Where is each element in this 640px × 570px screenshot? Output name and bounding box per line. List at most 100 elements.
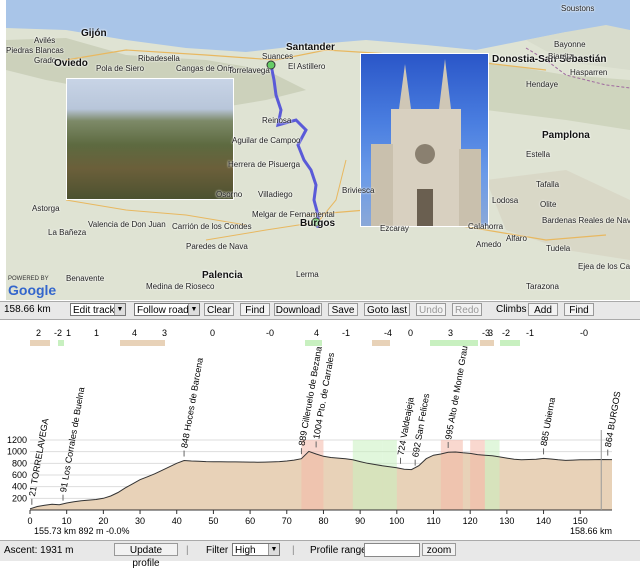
waypoint-label: 885 Ubierna (539, 397, 557, 447)
y-tick-label: 600 (12, 470, 27, 480)
zoom-button[interactable]: zoom (422, 543, 456, 556)
gradient-band (120, 340, 165, 346)
filter-select[interactable]: High ▼ (232, 543, 280, 556)
google-logo: Google (8, 282, 57, 298)
gradient-label: -0 (580, 328, 588, 338)
goto-last-button[interactable]: Goto last (364, 303, 410, 316)
map-place-label: Soustons (561, 4, 595, 13)
chevron-down-icon: ▼ (188, 304, 199, 315)
x-tick-label: 120 (463, 516, 478, 526)
climbs-label: Climbs (496, 304, 527, 315)
follow-roads-select[interactable]: Follow roads ▼ (134, 303, 200, 316)
map-place-label: Reinosa (262, 116, 292, 125)
x-tick-label: 50 (208, 516, 218, 526)
map-place-label: Valencia de Don Juan (88, 220, 166, 229)
x-tick-label: 0 (27, 516, 32, 526)
gradient-band (30, 340, 50, 346)
y-tick-label: 200 (12, 493, 27, 503)
map-place-label: Suances (262, 52, 294, 61)
waypoint-label: 995 Alto de Monte Grau (443, 345, 469, 440)
download-button[interactable]: Download (274, 303, 322, 316)
map-place-label: Osorno (216, 190, 243, 199)
save-button[interactable]: Save (328, 303, 358, 316)
map-place-label: Biarritz (548, 52, 573, 61)
gradient-band (58, 340, 64, 346)
map-place-label: Amedo (476, 240, 502, 249)
map-place-label: Paredes de Nava (186, 242, 248, 251)
gradient-label: 0 (408, 328, 413, 338)
gradient-label: 3 (448, 328, 453, 338)
map-place-label: Hasparren (570, 68, 608, 77)
map-place-label: Palencia (202, 270, 243, 281)
map-place-label: Lodosa (492, 196, 519, 205)
add-button[interactable]: Add (528, 303, 558, 316)
gradient-label: 4 (132, 328, 137, 338)
map-place-label: Ribadesella (138, 54, 180, 63)
map-place-label: Briviesca (342, 186, 375, 195)
clear-button[interactable]: Clear (204, 303, 234, 316)
profile-range-label: Profile range (310, 545, 367, 556)
chevron-down-icon: ▼ (268, 544, 279, 555)
x-tick-label: 30 (135, 516, 145, 526)
map-place-label: Olite (540, 200, 557, 209)
total-distance: 158.66 km (4, 304, 51, 315)
y-tick-label: 400 (12, 482, 27, 492)
x-tick-label: 80 (318, 516, 328, 526)
undo-button[interactable]: Undo (416, 303, 446, 316)
x-tick-label: 90 (355, 516, 365, 526)
grade-band (440, 440, 463, 510)
x-tick-label: 130 (499, 516, 514, 526)
map-place-label: Hendaye (526, 80, 559, 89)
map-place-label: Bardenas Reales de Navarra (542, 216, 630, 225)
map-place-label: Santander (286, 42, 335, 53)
grade-band (484, 440, 500, 510)
map-place-label: Tudela (546, 244, 571, 253)
gradient-label: -0 (266, 328, 274, 338)
cursor-readout: 155.73 km 892 m -0.0% (34, 526, 130, 536)
elevation-profile[interactable]: 2 -2 1 1 4 3 0 -0 4 -1 -4 0 3 -3 3 -2 -1 -0 200 400 600 800 10… (0, 320, 640, 540)
map-place-label: La Bañeza (48, 228, 87, 237)
waypoint-label: 848 Hoces de Barcena (179, 357, 205, 449)
map-view[interactable]: Soustons Gijón Avilés Piedras Blancas Gr… (6, 0, 630, 300)
gradient-label: 1 (94, 328, 99, 338)
update-profile-button[interactable]: Update profile (114, 543, 178, 569)
map-place-label: Avilés (34, 36, 56, 45)
map-place-label: Cangas de Onís (176, 64, 234, 73)
gradient-label: -2 (54, 328, 62, 338)
gradient-label: 3 (162, 328, 167, 338)
map-place-label: Tafalla (536, 180, 560, 189)
find-button[interactable]: Find (240, 303, 270, 316)
map-place-label: Medina de Rioseco (146, 282, 215, 291)
chevron-down-icon: ▼ (114, 304, 125, 315)
mountain-photo (66, 78, 234, 200)
gradient-band (305, 340, 322, 346)
map-place-label: Bayonne (554, 40, 586, 49)
x-tick-label: 110 (426, 516, 440, 526)
map-place-label: Burgos (300, 218, 335, 229)
map-place-label: Pamplona (542, 130, 590, 141)
gradient-label: -1 (342, 328, 350, 338)
map-place-label: Ejea de los Caballeros (578, 262, 630, 271)
grade-band (301, 440, 324, 510)
gradient-label: 0 (210, 328, 215, 338)
bottom-bar: Ascent: 1931 m Update profile | Filter H… (0, 540, 640, 569)
waypoint-label: 864 BURGOS (603, 391, 623, 448)
toolbar: 158.66 km Edit track ▼ Follow roads ▼ Clea… (0, 301, 640, 320)
gradient-band (480, 340, 494, 346)
map-place-label: Oviedo (54, 58, 88, 69)
redo-button[interactable]: Redo (452, 303, 482, 316)
x-tick-label: 150 (573, 516, 588, 526)
y-tick-label: 1000 (7, 447, 27, 457)
gradient-label: 2 (36, 328, 41, 338)
map-place-label: Estella (526, 150, 551, 159)
profile-chart: 2 -2 1 1 4 3 0 -0 4 -1 -4 0 3 -33 -2 -1 -020040060080010… (7, 328, 623, 536)
find-climb-button[interactable]: Find (564, 303, 594, 316)
map-place-label: Piedras Blancas (6, 46, 64, 55)
gradient-label: 3 (488, 328, 493, 338)
edit-track-select[interactable]: Edit track ▼ (70, 303, 126, 316)
x-tick-label: 140 (536, 516, 551, 526)
profile-range-input[interactable] (364, 543, 420, 557)
x-tick-label: 20 (98, 516, 108, 526)
ascent-readout: Ascent: 1931 m (4, 545, 74, 556)
grade-band (470, 440, 485, 510)
